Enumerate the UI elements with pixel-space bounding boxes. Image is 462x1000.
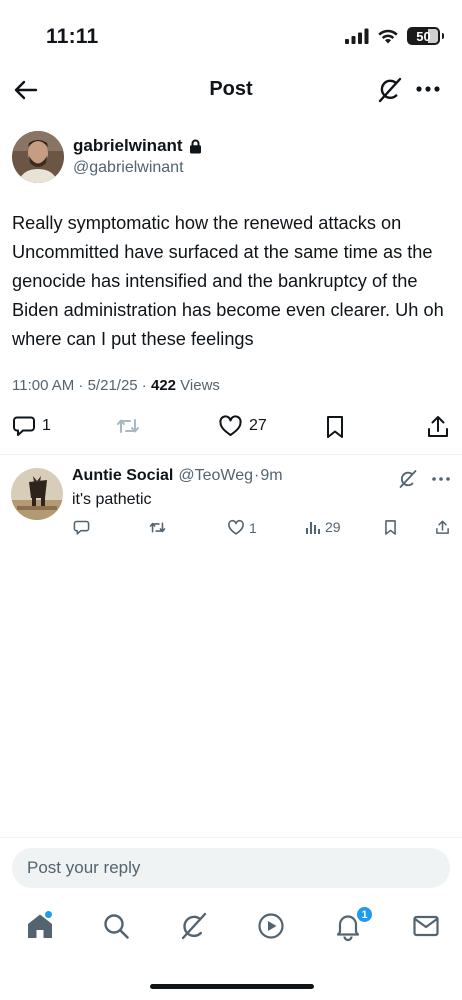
reply-input-placeholder: Post your reply [27,858,141,877]
bookmark-icon [327,416,343,438]
wifi-icon [378,29,398,44]
author-name[interactable]: gabrielwinant [73,136,183,156]
divider [0,837,462,838]
status-time: 11:11 [46,25,99,48]
notification-badge: 1 [355,905,374,924]
grok-icon[interactable] [179,911,209,941]
views-chart-icon [306,522,320,534]
battery-indicator: 50 [407,27,444,45]
reply-button[interactable]: 1 [12,414,51,438]
reply-views-button[interactable]: 29 [305,519,341,535]
repost-icon [149,522,166,533]
reply-time: 9m [260,467,283,484]
views-count[interactable]: 422 [151,377,176,394]
author-name-row[interactable]: gabrielwinant [73,136,202,156]
messages-icon[interactable] [411,911,441,941]
reply-reply-button[interactable] [73,519,90,536]
reply-repost-button[interactable] [148,519,167,536]
repost-icon [117,419,139,433]
video-play-icon[interactable] [256,911,286,941]
status-icons: 50 [345,27,444,45]
post-actions: 1 27 [0,414,462,444]
repost-button[interactable] [115,414,141,438]
reply-icon [13,416,35,436]
bookmark-button[interactable] [324,414,346,440]
like-button[interactable]: 27 [218,414,267,438]
reply-icon [73,520,90,535]
heart-icon [219,415,242,436]
battery-level: 50 [416,28,431,44]
post-meta: 11:00 AM · 5/21/25 · 422 Views [12,377,220,394]
reply-header: Auntie Social @TeoWeg · 9m [72,467,283,485]
reply-text: it's pathetic [72,491,152,508]
reply-actions: 1 29 [0,519,462,541]
reply-views-count: 29 [325,519,341,535]
reply-author-handle[interactable]: @TeoWeg [178,467,253,485]
bookmark-icon [385,520,396,535]
reply-share-button[interactable] [435,519,450,536]
author-handle[interactable]: @gabrielwinant [73,159,184,177]
share-button[interactable] [426,414,450,440]
reply-input[interactable]: Post your reply [12,848,450,888]
reply-avatar[interactable] [11,468,63,520]
reply-like-count: 1 [249,519,257,536]
more-options-icon[interactable] [414,78,442,100]
reply-author-name[interactable]: Auntie Social [72,467,173,485]
lock-icon [189,139,201,153]
views-label: Views [176,377,220,394]
grok-icon[interactable] [398,469,418,489]
reply-item[interactable]: Auntie Social @TeoWeg · 9m it's pathetic 1 [0,455,462,555]
share-icon [436,520,449,534]
bottom-nav: 1 [0,905,462,953]
home-unread-dot [44,910,53,919]
status-bar: 11:11 50 [0,0,462,72]
heart-icon [228,519,244,535]
reply-like-button[interactable]: 1 [227,519,257,536]
cellular-signal-icon [345,28,369,44]
avatar[interactable] [12,131,64,183]
post-text: Really symptomatic how the renewed attac… [12,213,444,349]
post-author: gabrielwinant @gabrielwinant [12,131,452,185]
share-icon [428,416,448,437]
like-count: 27 [249,417,267,434]
reply-bookmark-button[interactable] [383,519,398,536]
home-indicator [150,984,314,989]
reply-count: 1 [42,417,51,434]
post-timestamp: 11:00 AM · 5/21/25 · [12,377,151,394]
header: Post [0,70,462,110]
reply-separator: · [254,467,260,484]
more-options-icon[interactable] [430,473,452,485]
search-icon[interactable] [101,911,131,941]
grok-icon[interactable] [377,76,403,104]
